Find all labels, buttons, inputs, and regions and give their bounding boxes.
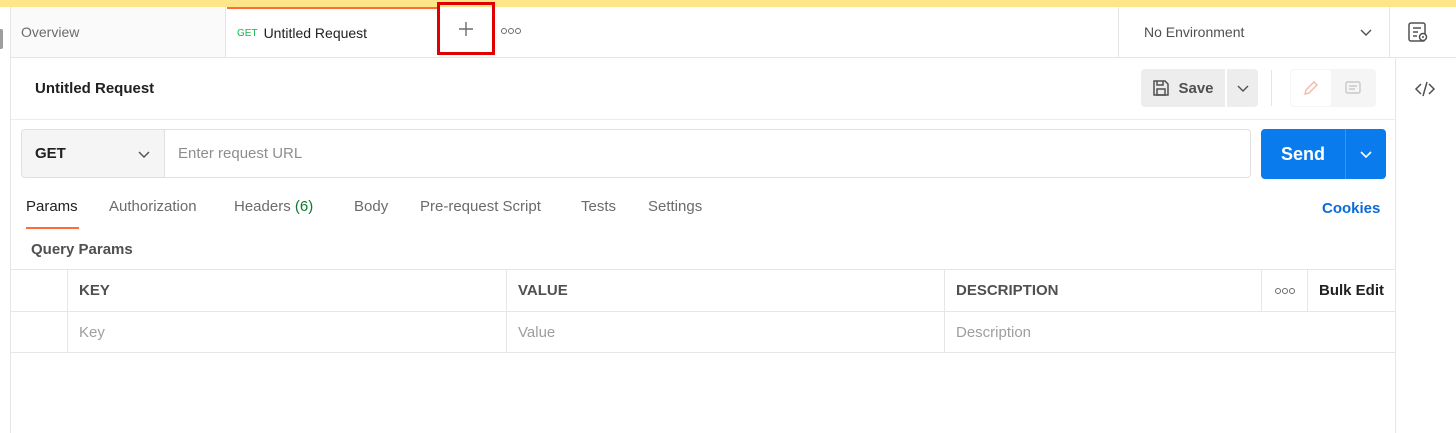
bulk-edit-button[interactable]: Bulk Edit bbox=[1307, 270, 1395, 311]
tab-untitled-request[interactable]: GET Untitled Request bbox=[227, 7, 438, 57]
top-notification-strip bbox=[0, 0, 1456, 7]
save-button[interactable]: Save bbox=[1141, 69, 1225, 107]
header-value: VALUE bbox=[506, 270, 944, 311]
tab-tests[interactable]: Tests bbox=[581, 198, 616, 215]
send-group: Send bbox=[1261, 129, 1386, 179]
comment-button[interactable] bbox=[1332, 69, 1374, 107]
request-title[interactable]: Untitled Request bbox=[35, 80, 154, 97]
more-icon[interactable] bbox=[501, 25, 521, 37]
right-sidebar bbox=[1395, 57, 1456, 433]
tab-overview[interactable]: Overview bbox=[11, 7, 226, 57]
url-input[interactable] bbox=[165, 129, 1251, 178]
method-label: GET bbox=[35, 145, 66, 162]
tab-pre-request-script[interactable]: Pre-request Script bbox=[420, 198, 541, 215]
cookies-link[interactable]: Cookies bbox=[1322, 200, 1380, 217]
header-checkbox-cell bbox=[11, 270, 67, 311]
environment-label: No Environment bbox=[1144, 24, 1245, 40]
query-params-title: Query Params bbox=[31, 241, 133, 258]
tab-body[interactable]: Body bbox=[354, 198, 388, 215]
tab-title: Untitled Request bbox=[263, 25, 368, 41]
table-header-row: KEY VALUE DESCRIPTION Bulk Edit bbox=[11, 269, 1395, 311]
chevron-down-icon bbox=[138, 151, 150, 158]
tab-method-badge: GET bbox=[237, 27, 258, 39]
send-button[interactable]: Send bbox=[1261, 129, 1345, 179]
chevron-down-icon bbox=[1360, 151, 1372, 159]
edit-comment-toggle bbox=[1290, 69, 1376, 107]
code-icon[interactable] bbox=[1413, 77, 1437, 101]
description-input[interactable]: Description bbox=[944, 312, 1261, 353]
divider bbox=[1271, 70, 1272, 106]
save-label: Save bbox=[1178, 79, 1214, 97]
send-dropdown-button[interactable] bbox=[1345, 129, 1386, 179]
query-params-table: KEY VALUE DESCRIPTION Bulk Edit Key Valu… bbox=[11, 269, 1395, 353]
value-input[interactable]: Value bbox=[506, 312, 944, 353]
edit-button[interactable] bbox=[1291, 70, 1331, 106]
save-dropdown-button[interactable] bbox=[1227, 69, 1258, 107]
tab-bar: Overview GET Untitled Request No Environ… bbox=[11, 2, 1456, 58]
plus-icon bbox=[459, 21, 473, 36]
tab-overview-label: Overview bbox=[21, 24, 80, 40]
headers-count-badge: (6) bbox=[294, 198, 314, 215]
tab-settings[interactable]: Settings bbox=[648, 198, 702, 215]
tab-headers[interactable]: Headers (6) bbox=[234, 198, 313, 215]
save-icon bbox=[1153, 80, 1170, 96]
row-checkbox-cell bbox=[11, 312, 67, 353]
comment-icon bbox=[1345, 81, 1361, 94]
table-row: Key Value Description bbox=[11, 311, 1395, 353]
left-sidebar-edge bbox=[0, 7, 11, 433]
environment-settings-icon[interactable] bbox=[1406, 20, 1430, 44]
edit-icon bbox=[1304, 81, 1318, 95]
request-header: Untitled Request Save bbox=[11, 58, 1395, 120]
save-group: Save bbox=[1141, 69, 1258, 107]
method-select[interactable]: GET bbox=[21, 129, 165, 178]
more-icon[interactable] bbox=[1261, 270, 1307, 311]
environment-selector[interactable]: No Environment bbox=[1118, 7, 1390, 57]
chevron-down-icon bbox=[1360, 29, 1372, 36]
key-input[interactable]: Key bbox=[67, 312, 506, 353]
chevron-down-icon bbox=[1237, 85, 1248, 92]
new-tab-button[interactable] bbox=[437, 2, 495, 55]
tab-headers-label: Headers bbox=[234, 198, 291, 215]
header-description: DESCRIPTION bbox=[944, 270, 1261, 311]
tab-params[interactable]: Params bbox=[26, 198, 79, 229]
header-key: KEY bbox=[67, 270, 506, 311]
tab-authorization[interactable]: Authorization bbox=[109, 198, 197, 215]
sidebar-collapse-handle[interactable] bbox=[0, 29, 3, 49]
